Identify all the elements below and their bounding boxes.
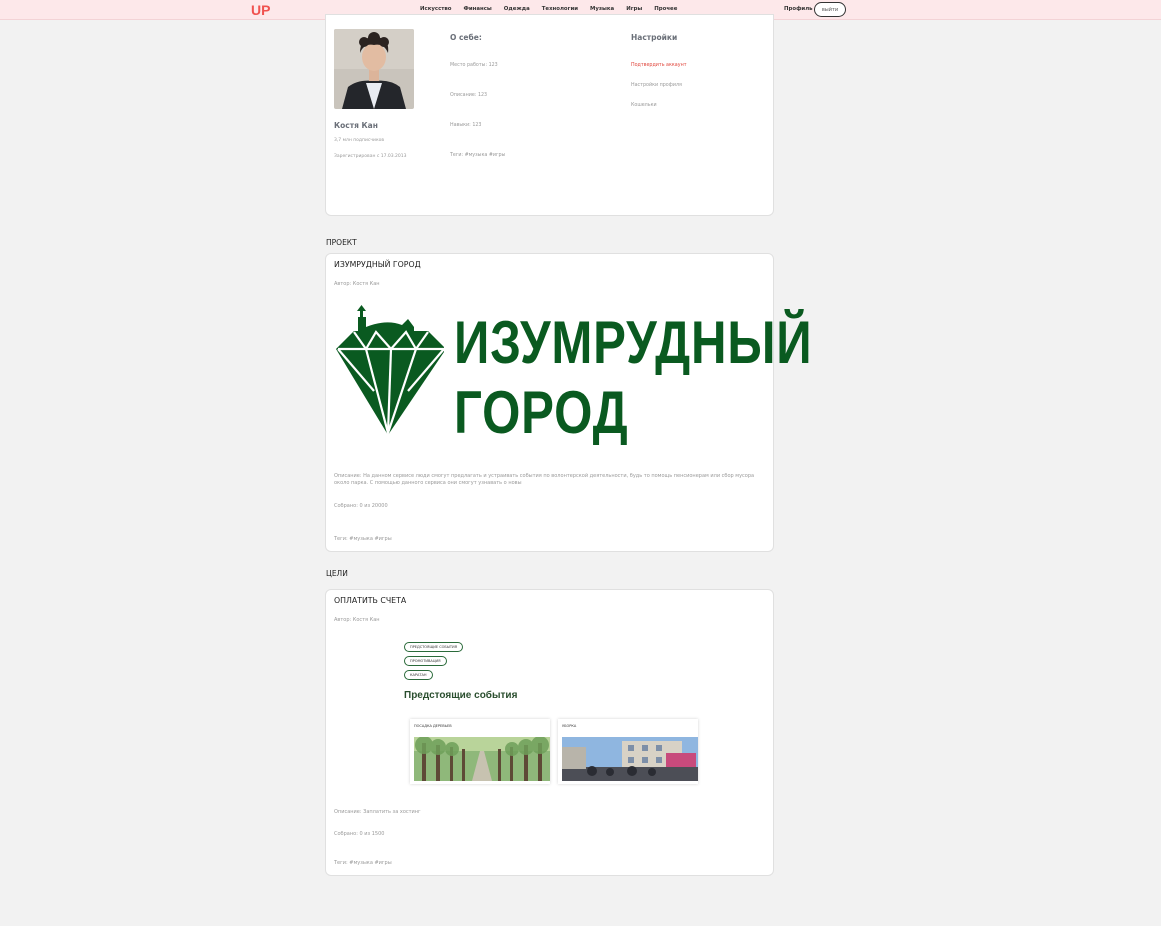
logout-button[interactable]: выйти	[814, 2, 846, 17]
preview-pill-karatan: КАРАТАН	[404, 670, 433, 680]
logo-line-2: ГОРОД	[454, 379, 629, 446]
profile-card: Костя Кан 3,7 млн подписчиков Зарегистри…	[325, 14, 774, 216]
preview-heading: Предстоящие события	[404, 690, 518, 701]
about-tags: Теги: #музыка #игры	[450, 153, 506, 158]
preview-event-card: ПОСАДКА ДЕРЕВЬЕВ	[410, 719, 550, 784]
preview-event-label: УБОРКА	[562, 724, 577, 728]
about-workplace: Место работы: 123	[450, 63, 498, 68]
project-section-label: ПРОЕКТ	[326, 238, 357, 247]
nav-tech[interactable]: Технологии	[542, 6, 578, 12]
project-card[interactable]: ИЗУМРУДНЫЙ ГОРОД Автор: Костя Кан ИЗУМРУ…	[325, 253, 812, 552]
about-description: Описание: 123	[450, 93, 488, 98]
profile-link[interactable]: Профиль	[784, 6, 813, 12]
goal-collected: Собрано: 0 из 1500	[334, 831, 385, 837]
nav-clothes[interactable]: Одежда	[504, 6, 530, 12]
svg-text:UP: UP	[251, 2, 270, 18]
category-nav: Искусство Финансы Одежда Технологии Музы…	[420, 6, 677, 12]
preview-pill-events: ПРЕДСТОЯЩИЕ СОБЫТИЯ	[404, 642, 464, 652]
nav-finance[interactable]: Финансы	[464, 6, 492, 12]
goal-preview-image: ПРЕДСТОЯЩИЕ СОБЫТИЯ ПРОМОТИВАЦИЯ КАРАТАН…	[404, 632, 704, 784]
goal-author: Автор: Костя Кан	[334, 617, 380, 623]
preview-event-card: УБОРКА	[558, 719, 698, 784]
registration-date: Зарегистрирован с 17.03.2013	[334, 154, 407, 159]
nav-music[interactable]: Музыка	[590, 6, 614, 12]
profile-settings-link[interactable]: Настройки профиля	[631, 83, 682, 88]
logo-line-1: ИЗУМРУДНЫЙ	[454, 309, 813, 376]
about-title: О себе:	[450, 33, 482, 42]
followers-count: 3,7 млн подписчиков	[334, 138, 385, 143]
emerald-gem-icon	[336, 305, 444, 437]
project-collected: Собрано: 0 из 20000	[334, 503, 388, 509]
project-title[interactable]: ИЗУМРУДНЫЙ ГОРОД	[334, 260, 421, 269]
about-skills: Навыки: 123	[450, 123, 482, 128]
project-description: Описание: На данном сервисе люди смогут …	[334, 473, 755, 486]
project-author: Автор: Костя Кан	[334, 281, 380, 287]
nav-games[interactable]: Игры	[626, 6, 642, 12]
project-tags: Теги: #музыка #игры	[334, 536, 392, 542]
nav-other[interactable]: Прочее	[654, 6, 677, 12]
wallets-link[interactable]: Кошельки	[631, 103, 657, 108]
nav-art[interactable]: Искусство	[420, 6, 452, 12]
goals-section-label: ЦЕЛИ	[326, 569, 348, 578]
profile-name: Костя Кан	[334, 121, 378, 130]
avatar	[334, 29, 414, 109]
trees-photo	[414, 737, 550, 781]
goal-title[interactable]: ОПЛАТИТЬ СЧЕТА	[334, 596, 406, 605]
project-logo-image: ИЗУМРУДНЫЙ ГОРОД	[336, 301, 812, 449]
preview-event-label: ПОСАДКА ДЕРЕВЬЕВ	[414, 724, 452, 728]
goal-card[interactable]: ОПЛАТИТЬ СЧЕТА Автор: Костя Кан ПРЕДСТОЯ…	[325, 589, 774, 876]
goal-tags: Теги: #музыка #игры	[334, 860, 392, 866]
up-logo[interactable]: UP	[251, 2, 271, 18]
goal-description: Описание: Заплатить за хостинг	[334, 809, 421, 815]
preview-pill-motivation: ПРОМОТИВАЦИЯ	[404, 656, 447, 666]
verify-account-link[interactable]: Подтвердить аккаунт	[631, 63, 687, 68]
street-photo	[562, 737, 698, 781]
settings-title: Настройки	[631, 33, 678, 42]
